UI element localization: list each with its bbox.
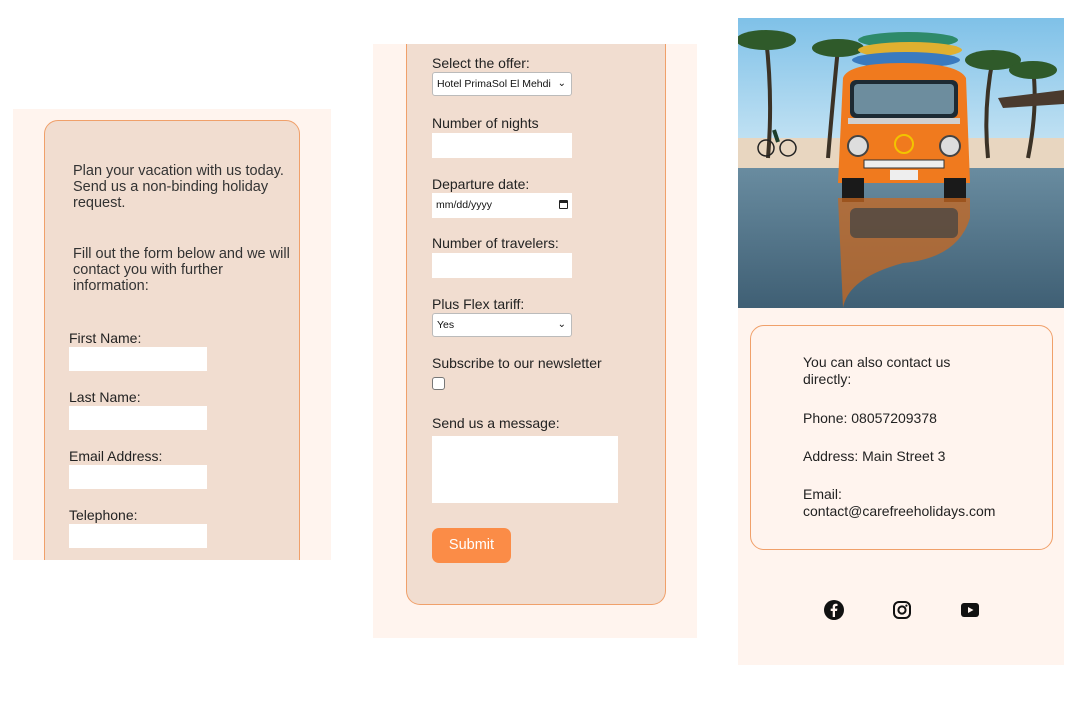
departure-date-input[interactable]: mm/dd/yyyy <box>432 193 572 218</box>
first-name-input[interactable] <box>69 347 207 371</box>
nights-input[interactable] <box>432 133 572 158</box>
contact-card: You can also contact us directly: Phone:… <box>750 325 1053 550</box>
telephone-label: Telephone: <box>69 507 138 523</box>
departure-date-placeholder: mm/dd/yyyy <box>436 199 493 211</box>
facebook-icon[interactable] <box>824 600 844 620</box>
van-photo <box>738 18 1064 308</box>
first-name-label: First Name: <box>69 330 142 346</box>
last-name-input[interactable] <box>69 406 207 430</box>
message-textarea[interactable] <box>432 436 618 503</box>
submit-button[interactable]: Submit <box>432 528 511 563</box>
left-panel: Plan your vacation with us today. Send u… <box>13 109 331 560</box>
email-label: Email Address: <box>69 448 163 464</box>
offer-select-value: Hotel PrimaSol El Mehdi <box>437 78 551 90</box>
contact-phone: Phone: 08057209378 <box>803 410 937 426</box>
middle-form-card: Select the offer: Hotel PrimaSol El Mehd… <box>406 44 666 605</box>
last-name-label: Last Name: <box>69 389 141 405</box>
travelers-label: Number of travelers: <box>432 235 559 251</box>
offer-select[interactable]: Hotel PrimaSol El Mehdi ⌄ <box>432 72 572 96</box>
left-form-card: Plan your vacation with us today. Send u… <box>44 120 300 560</box>
chevron-down-icon: ⌄ <box>557 319 566 330</box>
contact-address: Address: Main Street 3 <box>803 448 946 464</box>
telephone-input[interactable] <box>69 524 207 548</box>
intro-text: Plan your vacation with us today. Send u… <box>73 163 284 211</box>
offer-label: Select the offer: <box>432 55 530 71</box>
newsletter-checkbox[interactable] <box>432 377 445 390</box>
right-panel: You can also contact us directly: Phone:… <box>738 18 1064 665</box>
departure-label: Departure date: <box>432 176 530 192</box>
nights-label: Number of nights <box>432 115 539 131</box>
youtube-icon[interactable] <box>960 600 980 620</box>
travelers-input[interactable] <box>432 253 572 278</box>
email-input[interactable] <box>69 465 207 489</box>
middle-panel: Select the offer: Hotel PrimaSol El Mehd… <box>373 44 697 638</box>
instagram-icon[interactable] <box>892 600 912 620</box>
contact-intro: You can also contact us directly: <box>803 354 951 387</box>
flex-select-value: Yes <box>437 319 455 331</box>
newsletter-label: Subscribe to our newsletter <box>432 355 602 371</box>
chevron-down-icon: ⌄ <box>557 78 566 89</box>
flex-select[interactable]: Yes ⌄ <box>432 313 572 337</box>
contact-email-value[interactable]: contact@carefreeholidays.com <box>803 503 995 520</box>
flex-label: Plus Flex tariff: <box>432 296 525 312</box>
intro-text-2: Fill out the form below and we will cont… <box>73 246 290 294</box>
contact-email-label: Email: <box>803 486 842 502</box>
message-label: Send us a message: <box>432 415 560 431</box>
calendar-icon[interactable] <box>559 200 568 209</box>
